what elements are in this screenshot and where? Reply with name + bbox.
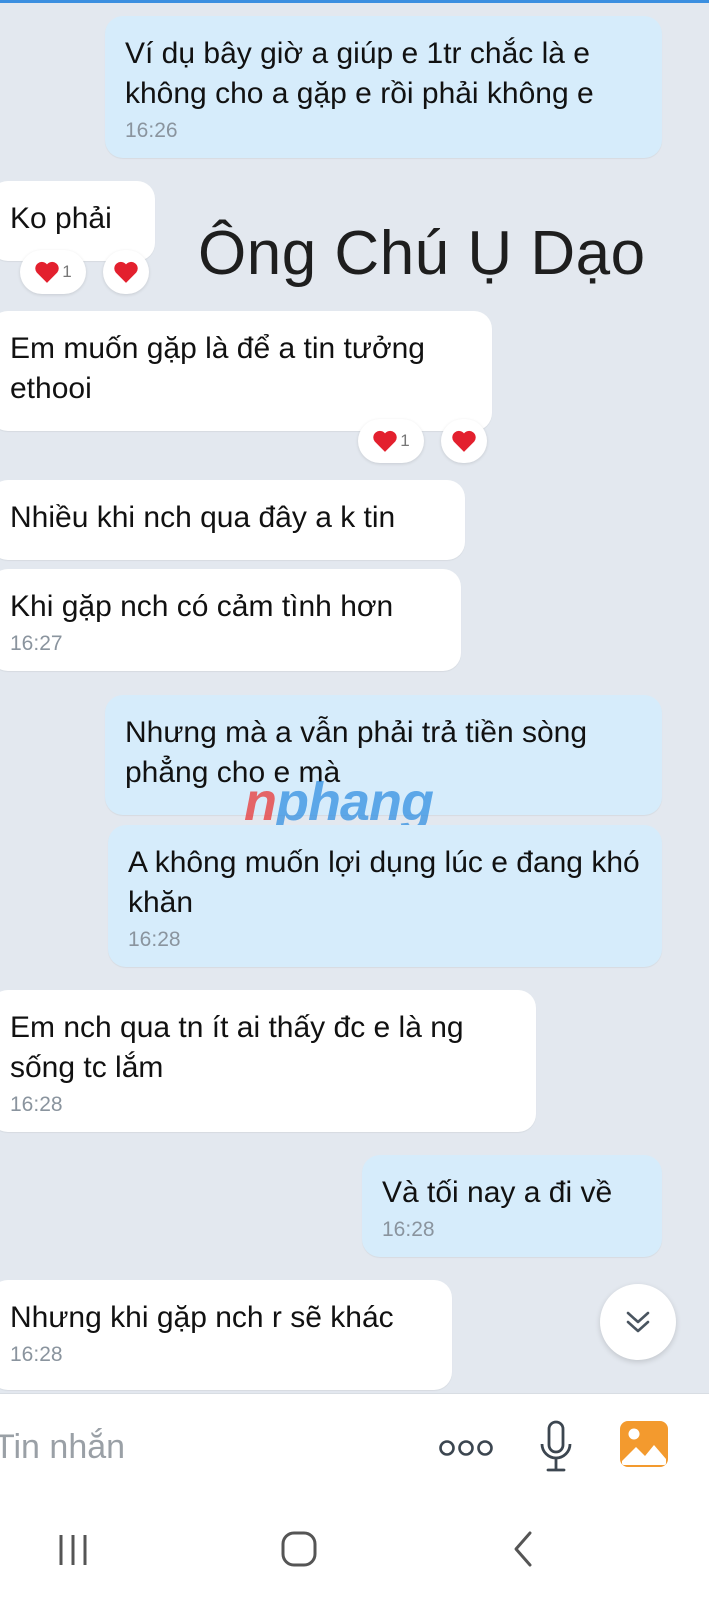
message-bubble-outgoing[interactable]: Và tối nay a đi về 16:28 [362, 1155, 662, 1257]
scroll-to-bottom-button[interactable] [600, 1284, 676, 1360]
message-text: Ví dụ bây giờ a giúp e 1tr chắc là e khô… [125, 37, 599, 110]
message-bubble-incoming[interactable]: Ko phải [0, 181, 155, 261]
overlay-title: Ông Chú Ụ Dạo [198, 219, 646, 288]
message-time: 16:26 [125, 119, 178, 142]
image-button[interactable] [616, 1416, 672, 1472]
message-bubble-incoming[interactable]: Em nch qua tn ít ai thấy đc e là ng sống… [0, 990, 536, 1132]
message-time: 16:28 [128, 928, 181, 951]
message-bubble-incoming[interactable]: Khi gặp nch có cảm tình hơn 16:27 [0, 569, 461, 671]
system-navigation-bar [0, 1500, 709, 1600]
add-reaction-button[interactable] [441, 419, 487, 463]
message-text: Em nch qua tn ít ai thấy đc e là ng sống… [10, 1011, 472, 1084]
message-text: Nhưng khi gặp nch r sẽ khác [10, 1301, 394, 1334]
more-dots-icon [439, 1440, 493, 1456]
message-text: Nhiều khi nch qua đây a k tin [10, 501, 396, 534]
reaction-count: 1 [400, 431, 410, 450]
message-text: A không muốn lợi dụng lúc e đang khó khă… [128, 846, 649, 919]
add-reaction-button[interactable] [103, 250, 149, 294]
recent-apps-button[interactable] [48, 1528, 98, 1572]
message-text: Khi gặp nch có cảm tình hơn [10, 590, 394, 623]
home-button[interactable] [276, 1526, 322, 1572]
image-gallery-icon [620, 1421, 668, 1467]
message-text: Em muốn gặp là để a tin tưởng ethooi [10, 332, 434, 405]
back-icon [514, 1531, 532, 1567]
double-chevron-down-icon [626, 1311, 650, 1333]
message-bubble-outgoing[interactable]: A không muốn lợi dụng lúc e đang khó khă… [108, 825, 662, 967]
microphone-icon [540, 1420, 572, 1472]
watermark-first-letter: n [244, 772, 277, 832]
message-bubble-incoming[interactable]: Em muốn gặp là để a tin tưởng ethooi [0, 311, 492, 431]
message-time: 16:28 [382, 1218, 435, 1241]
message-time: 16:27 [10, 632, 63, 655]
message-input[interactable] [0, 1424, 414, 1470]
chat-area[interactable]: Ví dụ bây giờ a giúp e 1tr chắc là e khô… [0, 0, 709, 1393]
watermark-logo: nphang [244, 772, 434, 832]
back-button[interactable] [503, 1526, 543, 1572]
heart-icon [35, 261, 59, 283]
reaction-count-badge[interactable]: 1 [358, 419, 424, 463]
message-input-bar [0, 1393, 709, 1501]
heart-icon [452, 430, 476, 452]
message-text: Và tối nay a đi về [382, 1176, 613, 1209]
message-bubble-incoming[interactable]: Nhiều khi nch qua đây a k tin [0, 480, 465, 560]
more-button[interactable] [436, 1428, 496, 1468]
message-time: 16:28 [10, 1343, 63, 1366]
voice-button[interactable] [534, 1414, 578, 1480]
home-icon [281, 1531, 317, 1567]
reaction-count: 1 [62, 262, 72, 281]
recent-apps-icon [59, 1535, 87, 1565]
message-bubble-incoming[interactable]: Nhưng khi gặp nch r sẽ khác 16:28 [0, 1280, 452, 1390]
message-text: Ko phải [10, 202, 112, 235]
watermark-rest: phang [276, 772, 434, 832]
reaction-count-badge[interactable]: 1 [20, 250, 86, 294]
message-time: 16:28 [10, 1093, 63, 1116]
heart-icon [114, 261, 138, 283]
heart-icon [373, 430, 397, 452]
message-bubble-outgoing[interactable]: Ví dụ bây giờ a giúp e 1tr chắc là e khô… [105, 16, 662, 158]
